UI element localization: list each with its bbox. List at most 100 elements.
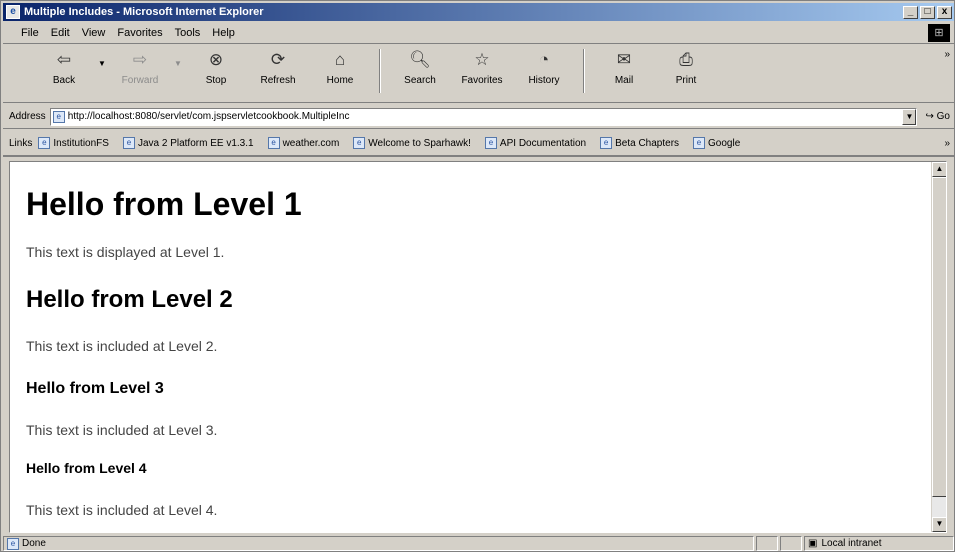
link-item[interactable]: e API Documentation	[484, 137, 587, 149]
back-dropdown[interactable]: ▼	[95, 59, 109, 68]
address-bar: Address e http://localhost:8080/servlet/…	[3, 105, 954, 129]
page-icon: e	[38, 137, 51, 149]
toolbar-chevron-icon[interactable]: »	[944, 49, 950, 60]
forward-label: Forward	[121, 75, 159, 86]
address-input[interactable]: e http://localhost:8080/servlet/com.jsps…	[49, 107, 918, 126]
zone-text: Local intranet	[821, 538, 882, 549]
back-button[interactable]: ⇦ Back	[33, 49, 95, 86]
address-url: http://localhost:8080/servlet/com.jspser…	[67, 111, 350, 122]
link-item[interactable]: e Java 2 Platform EE v1.3.1	[122, 137, 254, 149]
menu-help[interactable]: Help	[206, 27, 241, 39]
scroll-up-icon[interactable]: ▲	[932, 162, 946, 177]
link-item[interactable]: e InstitutionFS	[38, 137, 109, 149]
go-arrow-icon: ↪	[925, 111, 934, 122]
stop-button[interactable]: ⊗ Stop	[185, 49, 247, 86]
stop-icon: ⊗	[208, 50, 224, 69]
page-icon: e	[52, 110, 65, 123]
print-label: Print	[675, 75, 697, 86]
link-item[interactable]: e weather.com	[267, 137, 340, 149]
text-level-2: This text is included at Level 2.	[26, 338, 218, 354]
scroll-thumb[interactable]	[932, 177, 946, 497]
links-label: Links	[9, 137, 33, 149]
toolbar-separator	[379, 49, 381, 93]
mail-button[interactable]: ✉ Mail	[593, 49, 655, 86]
menu-file[interactable]: File	[15, 27, 45, 39]
favorites-button[interactable]: ☆ Favorites	[451, 49, 513, 86]
search-icon: 🔍︎	[409, 50, 431, 69]
mail-icon: ✉	[616, 50, 632, 69]
link-label: InstitutionFS	[53, 137, 109, 149]
mail-label: Mail	[614, 75, 634, 86]
links-bar: Links e InstitutionFS e Java 2 Platform EE…	[3, 131, 954, 157]
link-label: Welcome to Sparhawk!	[368, 137, 471, 149]
title-bar: e Multiple Includes - Microsoft Internet…	[3, 3, 954, 21]
link-item[interactable]: e Google	[693, 137, 740, 149]
menu-view[interactable]: View	[76, 27, 112, 39]
address-dropdown-icon[interactable]: ▼	[902, 108, 917, 125]
search-label: Search	[404, 75, 436, 86]
link-item[interactable]: e Welcome to Sparhawk!	[353, 137, 471, 149]
history-button[interactable]: ◔ History	[513, 49, 575, 86]
refresh-icon: ⟳	[270, 50, 286, 69]
zone-pane: ▣ Local intranet	[804, 536, 954, 551]
text-level-3: This text is included at Level 3.	[26, 422, 218, 438]
back-arrow-icon: ⇦	[56, 50, 72, 69]
windows-logo-icon: ⊞	[928, 23, 950, 42]
heading-level-2: Hello from Level 2	[26, 286, 233, 313]
page-icon: e	[484, 137, 497, 149]
heading-level-4: Hello from Level 4	[26, 460, 147, 476]
history-icon: ◔	[538, 50, 550, 69]
go-label: Go	[936, 111, 950, 122]
page-icon: e	[7, 537, 19, 550]
vertical-scrollbar[interactable]: ▲ ▼	[931, 162, 946, 532]
links-chevron-icon[interactable]: »	[944, 138, 950, 149]
status-pane-empty	[756, 536, 778, 551]
menu-tools[interactable]: Tools	[169, 27, 207, 39]
toolbar-separator	[583, 49, 585, 93]
link-label: weather.com	[282, 137, 340, 149]
status-pane-empty	[780, 536, 802, 551]
print-button[interactable]: ⎙ Print	[655, 49, 717, 86]
favorites-label: Favorites	[461, 75, 503, 86]
menu-favorites[interactable]: Favorites	[111, 27, 168, 39]
link-label: Java 2 Platform EE v1.3.1	[137, 137, 254, 149]
standard-toolbar: ⇦ Back ▼ ⇨ Forward ▼ ⊗ Stop ⟳ Refresh ⌂ …	[3, 45, 954, 103]
page-icon: e	[353, 137, 366, 149]
printer-icon: ⎙	[679, 50, 693, 69]
heading-level-3: Hello from Level 3	[26, 380, 164, 397]
forward-dropdown[interactable]: ▼	[171, 59, 185, 68]
page-icon: e	[693, 137, 706, 149]
page-content: Hello from Level 1 This text is displaye…	[9, 161, 947, 533]
page-icon: e	[267, 137, 280, 149]
refresh-label: Refresh	[260, 75, 296, 86]
link-item[interactable]: e Beta Chapters	[600, 137, 679, 149]
stop-label: Stop	[205, 75, 227, 86]
heading-level-1: Hello from Level 1	[26, 186, 302, 222]
home-icon: ⌂	[334, 50, 346, 69]
minimize-button[interactable]: _	[903, 5, 918, 19]
text-level-1: This text is displayed at Level 1.	[26, 244, 225, 260]
forward-button[interactable]: ⇨ Forward	[109, 49, 171, 86]
link-label: API Documentation	[499, 137, 587, 149]
text-level-4: This text is included at Level 4.	[26, 502, 218, 518]
menu-edit[interactable]: Edit	[45, 27, 76, 39]
scroll-down-icon[interactable]: ▼	[932, 517, 946, 532]
status-pane: e Done	[3, 536, 754, 551]
search-button[interactable]: 🔍︎ Search	[389, 49, 451, 86]
ie-logo-icon: e	[6, 5, 20, 19]
link-label: Beta Chapters	[615, 137, 680, 149]
page-icon: e	[600, 137, 613, 149]
favorites-icon: ☆	[474, 50, 490, 69]
home-label: Home	[326, 75, 354, 86]
page-icon: e	[122, 137, 135, 149]
go-button[interactable]: ↪ Go	[925, 111, 950, 122]
address-label: Address	[9, 111, 46, 122]
maximize-button[interactable]: □	[920, 5, 935, 19]
refresh-button[interactable]: ⟳ Refresh	[247, 49, 309, 86]
history-label: History	[528, 75, 560, 86]
home-button[interactable]: ⌂ Home	[309, 49, 371, 86]
window-title: Multiple Includes - Microsoft Internet E…	[24, 6, 264, 18]
close-button[interactable]: x	[937, 5, 952, 19]
intranet-icon: ▣	[808, 538, 818, 549]
link-label: Google	[708, 137, 741, 149]
